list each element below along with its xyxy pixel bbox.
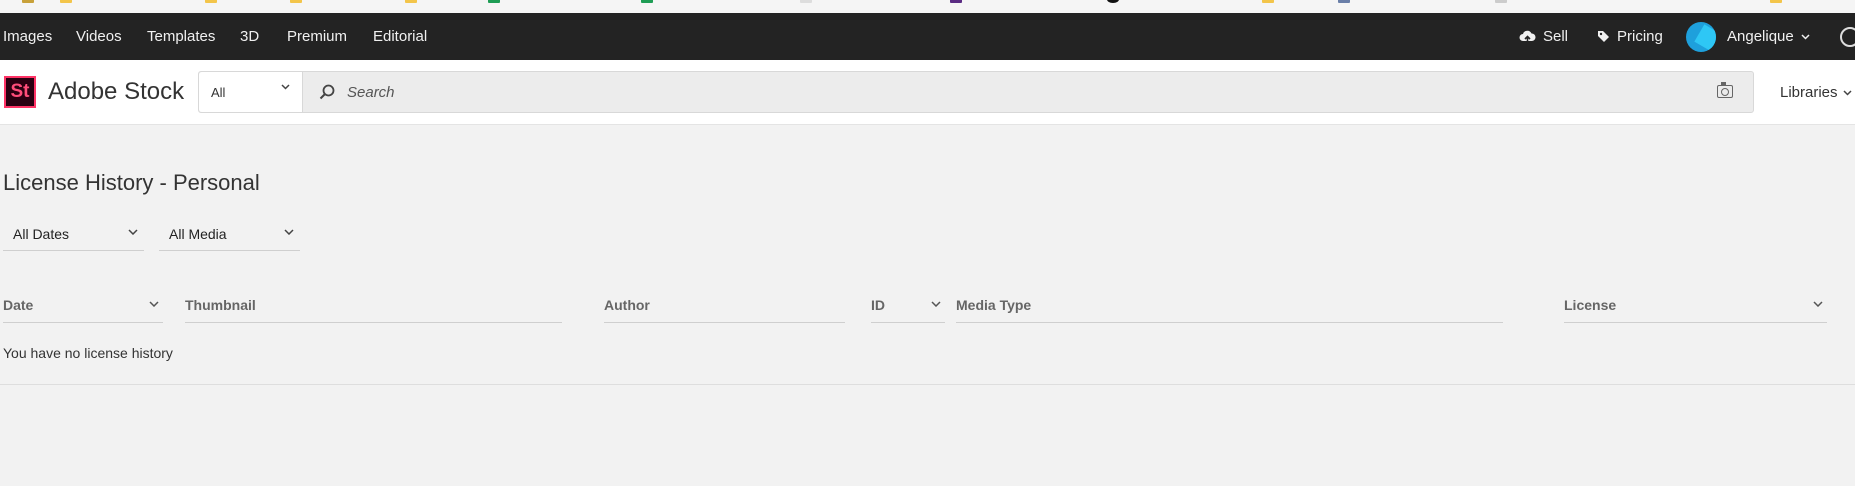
brand-name[interactable]: Adobe Stock [48,76,184,108]
sell-button[interactable]: Sell [1519,13,1568,60]
avatar [1686,21,1716,52]
sell-label: Sell [1543,28,1569,45]
chevron-down-icon [128,229,138,235]
bookmark-icon[interactable] [405,0,417,3]
bookmark-icon[interactable] [641,0,653,3]
column-header-author: Author [604,288,845,323]
column-label-license: License [1564,297,1617,313]
search-bar: All [198,71,1754,113]
top-nav: Images Videos Templates 3D Premium Edito… [0,13,1855,60]
logo-text: St [10,81,30,102]
cloud-upload-icon [1519,30,1536,44]
adobe-stock-logo[interactable]: St [4,76,36,108]
chevron-down-icon [931,301,941,307]
content-type-value: All [211,84,226,100]
search-icon [319,84,335,100]
bookmark-icon[interactable] [950,0,962,3]
nav-link-templates[interactable]: Templates [147,13,215,60]
bookmarks-bar [0,0,1855,13]
bookmark-icon[interactable] [1262,0,1274,3]
bookmark-icon[interactable] [488,0,500,3]
search-field [303,72,1753,112]
column-header-id[interactable]: ID [871,288,945,323]
search-input[interactable] [303,72,1753,112]
libraries-label: Libraries [1780,84,1838,101]
dates-filter-dropdown[interactable]: All Dates [3,217,144,251]
bookmark-icon[interactable] [800,0,812,3]
user-menu[interactable]: Angelique [1686,13,1810,60]
page-title: License History - Personal [3,170,260,195]
column-label-thumbnail: Thumbnail [185,297,256,313]
bookmark-icon[interactable] [1338,0,1350,3]
column-label-date: Date [3,297,34,313]
camera-icon[interactable] [1717,82,1733,98]
nav-link-editorial[interactable]: Editorial [373,13,427,60]
column-label-author: Author [604,297,650,313]
bookmark-icon[interactable] [22,0,34,3]
dates-filter-value: All Dates [13,225,70,242]
bookmark-icon[interactable] [1770,0,1782,3]
bookmark-icon[interactable] [205,0,217,3]
bookmark-icon[interactable] [290,0,302,3]
nav-link-premium[interactable]: Premium [287,13,347,60]
bookmark-icon[interactable] [60,0,72,3]
nav-link-images[interactable]: Images [3,13,52,60]
pricing-label: Pricing [1617,28,1663,45]
divider [0,384,1855,385]
chevron-down-icon [284,229,294,235]
chevron-down-icon [1843,89,1852,96]
column-header-media-type: Media Type [956,288,1503,323]
creative-cloud-icon[interactable] [1840,27,1855,47]
column-label-id: ID [871,297,885,313]
nav-link-videos[interactable]: Videos [76,13,122,60]
column-label-media-type: Media Type [956,297,1032,313]
chevron-down-icon [281,84,290,90]
empty-state-message: You have no license history [3,345,173,361]
column-header-thumbnail: Thumbnail [185,288,562,323]
chevron-down-icon [1801,33,1810,40]
chevron-down-icon [149,301,159,307]
header: St Adobe Stock All Libraries [0,60,1855,125]
media-filter-value: All Media [169,225,227,242]
bookmark-icon[interactable] [1495,0,1507,3]
nav-link-3d[interactable]: 3D [240,13,259,60]
chevron-down-icon [1813,301,1823,307]
libraries-button[interactable]: Libraries [1780,60,1852,125]
pricing-button[interactable]: Pricing [1597,13,1663,60]
content-type-select[interactable]: All [199,72,303,112]
user-name: Angelique [1727,28,1794,45]
media-filter-dropdown[interactable]: All Media [159,217,300,251]
column-header-date[interactable]: Date [3,288,163,323]
tag-icon [1597,30,1610,43]
bookmark-icon[interactable] [1107,0,1119,3]
column-header-license[interactable]: License [1564,288,1827,323]
